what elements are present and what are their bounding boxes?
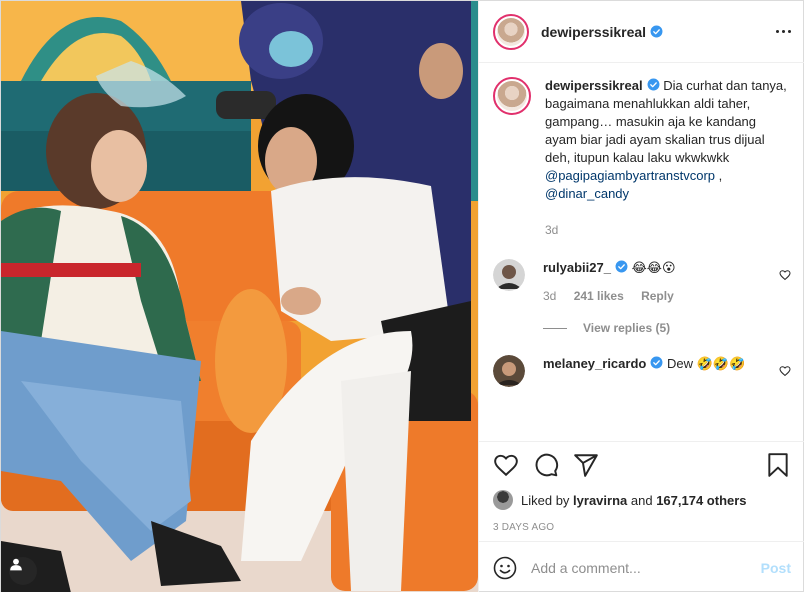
likes-summary: Liked by lyravirna and 167,174 others: [493, 490, 791, 510]
commenter-avatar[interactable]: [493, 355, 525, 387]
comments-list: dewiperssikreal Dia curhat dan tanya, ba…: [479, 63, 804, 441]
comment-username[interactable]: rulyabii27_: [543, 260, 611, 275]
caption-avatar[interactable]: [493, 77, 531, 115]
post-actions: Liked by lyravirna and 167,174 others 3 …: [479, 441, 804, 541]
heart-icon[interactable]: [779, 269, 791, 281]
liker-avatar[interactable]: [493, 490, 513, 510]
comment-item: melaney_ricardo Dew 🤣🤣🤣: [493, 355, 791, 387]
verified-badge-icon: [650, 25, 663, 38]
add-comment-bar: Post: [479, 541, 804, 592]
reply-button[interactable]: Reply: [641, 289, 674, 303]
comment-icon[interactable]: [533, 452, 559, 478]
caption-mention[interactable]: @dinar_candy: [545, 186, 629, 201]
user-tag-button[interactable]: [9, 557, 37, 585]
post-timestamp[interactable]: 3 DAYS AGO: [493, 522, 791, 533]
likes-joiner: and: [630, 492, 653, 508]
commenter-avatar[interactable]: [493, 259, 525, 291]
comment-body: rulyabii27_ 😂😂😮 3d 241 likes Reply: [543, 259, 771, 305]
comment-body: melaney_ricardo Dew 🤣🤣🤣: [543, 355, 771, 387]
caption-username[interactable]: dewiperssikreal: [545, 78, 643, 93]
comment-age[interactable]: 3d: [543, 289, 556, 303]
instagram-post-view: dewiperssikreal dewiperssikreal Dia curh…: [0, 0, 804, 592]
more-options-icon[interactable]: [776, 30, 791, 33]
share-icon[interactable]: [573, 452, 599, 478]
comment-text: 😂😂😮: [631, 260, 676, 275]
likes-others[interactable]: 167,174 others: [656, 493, 746, 508]
comment-item: rulyabii27_ 😂😂😮 3d 241 likes Reply: [493, 259, 791, 305]
author-avatar[interactable]: [493, 13, 529, 50]
photo-illustration: [1, 1, 478, 592]
comment-meta: 3d 241 likes Reply: [543, 287, 771, 305]
heart-icon[interactable]: [779, 365, 791, 377]
heart-icon[interactable]: [493, 452, 519, 478]
caption-separator: ,: [715, 168, 723, 183]
post-comment-button[interactable]: Post: [761, 560, 791, 576]
liker-username[interactable]: lyravirna: [573, 493, 627, 508]
view-replies-button[interactable]: View replies (5): [543, 321, 791, 335]
caption-age[interactable]: 3d: [545, 223, 558, 237]
add-comment-input[interactable]: [531, 559, 761, 576]
bookmark-icon[interactable]: [765, 452, 791, 478]
verified-badge-icon: [647, 78, 660, 91]
caption: dewiperssikreal Dia curhat dan tanya, ba…: [493, 77, 791, 239]
user-tag-icon: [10, 558, 22, 571]
comment-likes[interactable]: 241 likes: [574, 289, 624, 303]
action-icons: [493, 452, 791, 478]
post-header: dewiperssikreal: [479, 1, 804, 63]
caption-body: dewiperssikreal Dia curhat dan tanya, ba…: [545, 77, 791, 239]
comment-username[interactable]: melaney_ricardo: [543, 356, 646, 371]
verified-badge-icon: [650, 356, 663, 369]
author-username[interactable]: dewiperssikreal: [541, 24, 646, 40]
emoji-icon[interactable]: [493, 556, 517, 580]
verified-badge-icon: [615, 260, 628, 273]
likes-prefix: Liked by: [521, 492, 570, 508]
post-photo[interactable]: [1, 1, 478, 592]
post-side-panel: dewiperssikreal dewiperssikreal Dia curh…: [478, 1, 804, 592]
caption-meta: 3d: [545, 221, 791, 239]
comment-text: Dew 🤣🤣🤣: [666, 356, 746, 371]
caption-mention[interactable]: @pagipagiambyartranstvcorp: [545, 168, 715, 183]
view-replies-line: [543, 327, 567, 329]
view-replies-label: View replies (5): [583, 321, 671, 335]
